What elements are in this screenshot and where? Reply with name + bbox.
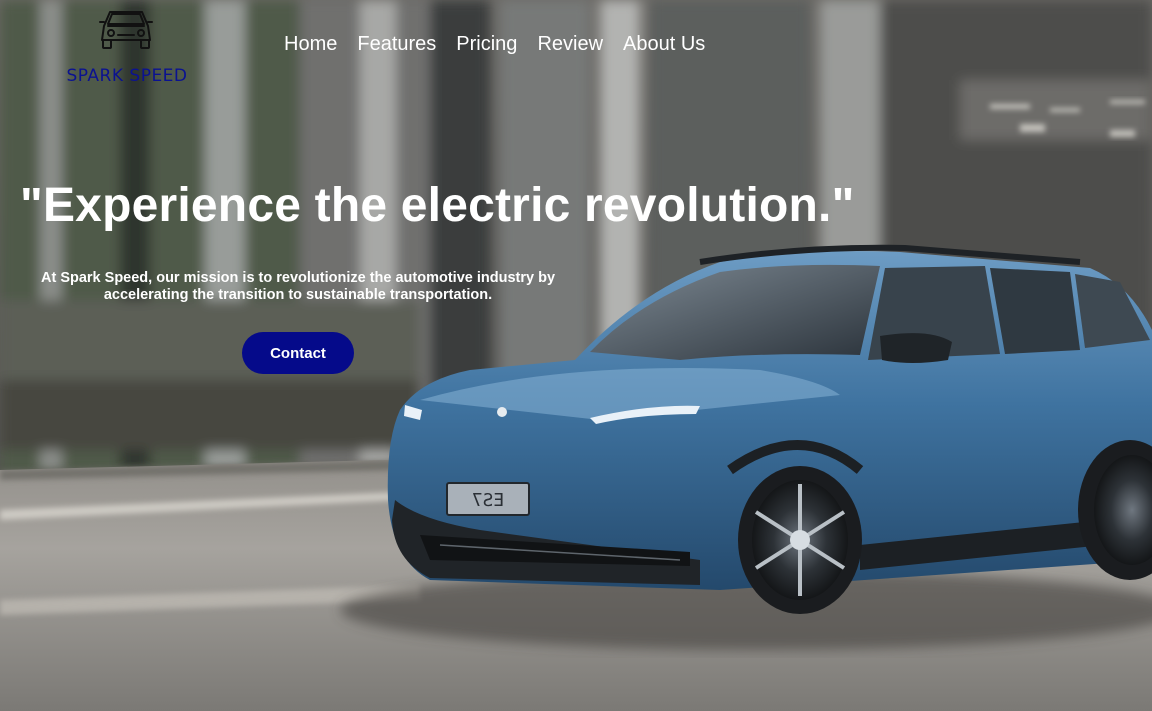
car-front-icon [99,11,153,49]
main-nav: Home Features Pricing Review About Us [284,33,725,56]
hero-background-image: ES7 [0,0,1152,711]
nav-link-about-us[interactable]: About Us [623,33,705,56]
mission-statement: At Spark Speed, our mission is to revolu… [40,270,556,303]
brand-logo[interactable]: SPARK SPEED [56,8,196,92]
brand-name: SPARK SPEED [66,66,188,86]
license-plate-text: ES7 [472,490,505,511]
nav-link-pricing[interactable]: Pricing [456,33,517,56]
hero-headline: "Experience the electric revolution." [20,179,855,232]
nav-link-features[interactable]: Features [357,33,436,56]
nav-link-review[interactable]: Review [537,33,603,56]
hero-section: ES7 SPARK SPEED Home Features Pricing Re… [0,0,1152,711]
contact-button[interactable]: Contact [242,332,354,374]
nav-link-home[interactable]: Home [284,33,337,56]
